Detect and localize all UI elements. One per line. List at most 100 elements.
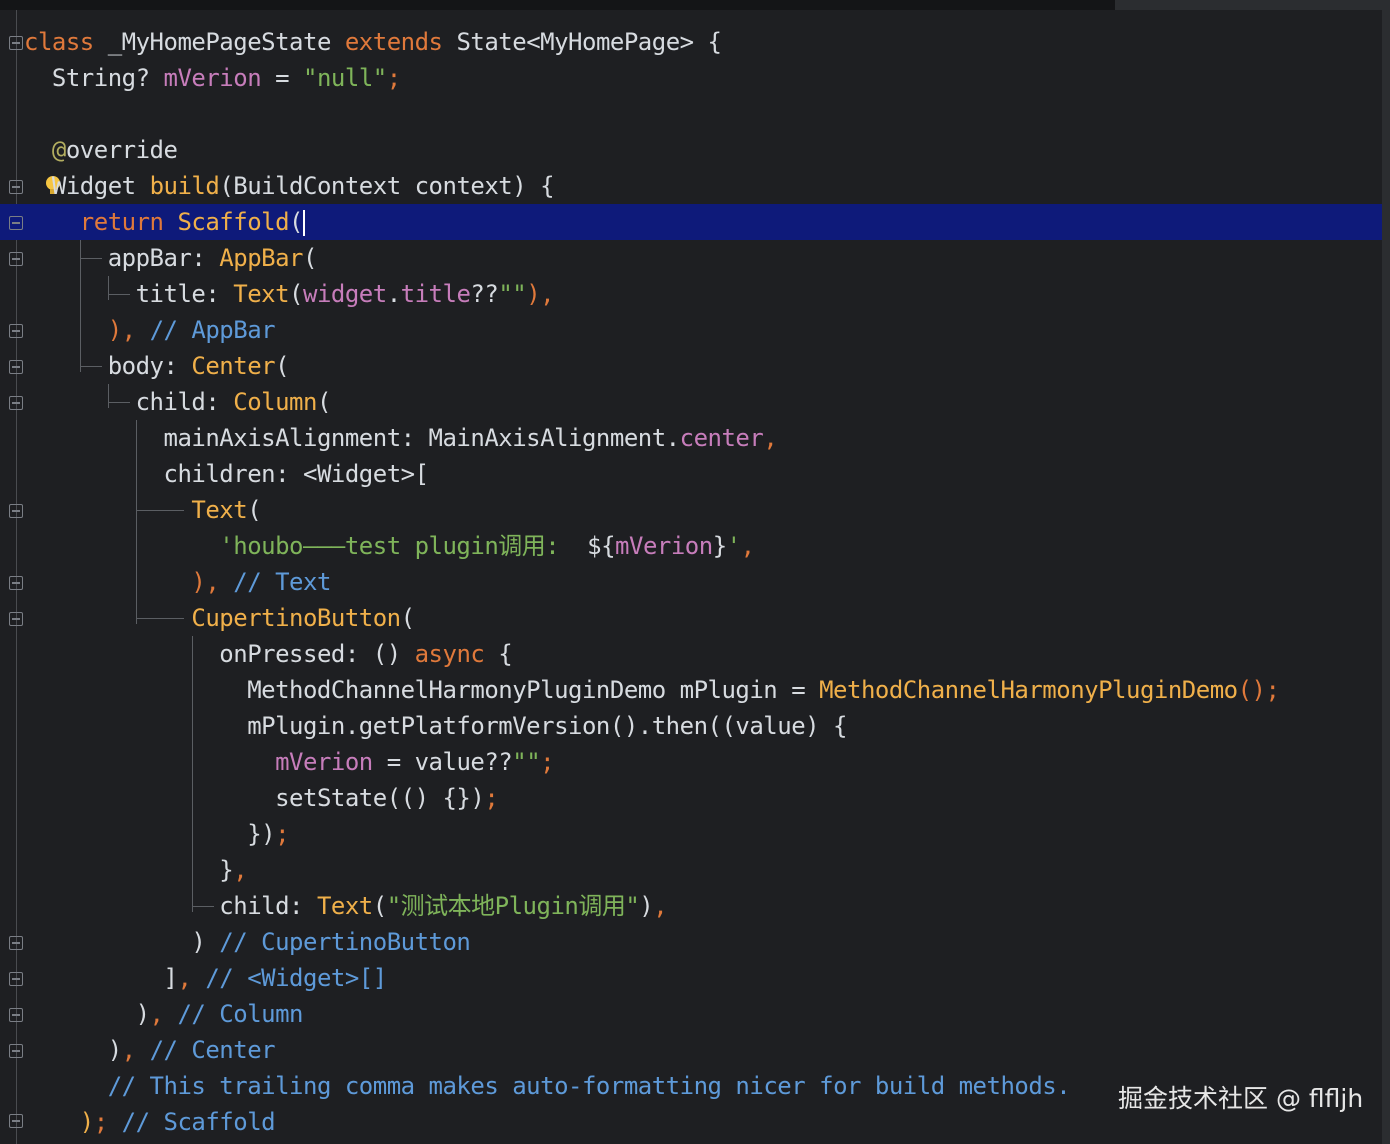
code-line-19[interactable]: MethodChannelHarmonyPluginDemo mPlugin =… (24, 672, 1280, 708)
token-comment: // Scaffold (121, 1108, 276, 1136)
code-editor[interactable]: class _MyHomePageState extends State<MyH… (0, 0, 1390, 1144)
token-param-name: children: <Widget>[ (163, 460, 430, 488)
fold-marker-icon[interactable] (9, 360, 23, 374)
fold-marker-icon[interactable] (9, 1114, 23, 1128)
scrollbar-strip[interactable] (1382, 10, 1390, 1144)
token-punct: ; (275, 820, 290, 848)
token-bracket: ] (163, 964, 178, 992)
token-brace: { (484, 640, 513, 668)
code-line-8[interactable]: title: Text(widget.title??""), (24, 276, 555, 312)
code-line-2[interactable]: String? mVerion = "null"; (24, 60, 401, 96)
code-line-26[interactable]: ) // CupertinoButton (24, 924, 471, 960)
token-paren: ( (400, 604, 415, 632)
token-function: Text (316, 892, 373, 920)
fold-marker-icon[interactable] (9, 324, 23, 338)
token-declaration: MethodChannelHarmonyPluginDemo mPlugin = (247, 676, 820, 704)
token-paren: ) (107, 1036, 122, 1064)
token-field: widget (303, 280, 387, 308)
token-paren: ) (639, 892, 654, 920)
top-bar-right-patch (1115, 0, 1390, 10)
code-line-1[interactable]: class _MyHomePageState extends State<MyH… (24, 24, 722, 60)
token-string: "" (512, 748, 541, 776)
token-paren: ( (372, 892, 387, 920)
token-string: "测试本地Plugin调用" (386, 892, 640, 920)
token-comment: // This trailing comma makes auto-format… (107, 1072, 1071, 1100)
token-operator: = value?? (372, 748, 513, 776)
code-line-18[interactable]: onPressed: () async { (24, 636, 512, 672)
token-call: setState(() {}) (275, 784, 485, 812)
code-line-22[interactable]: setState(() {}); (24, 780, 499, 816)
code-line-25[interactable]: child: Text("测试本地Plugin调用"), (24, 888, 667, 924)
code-line-5[interactable]: Widget build(BuildContext context) { (24, 168, 555, 204)
token-punct: , (149, 1000, 178, 1028)
code-line-29[interactable]: ), // Center (24, 1032, 276, 1068)
code-line-4[interactable]: @override (24, 132, 178, 168)
token-string: ' (726, 532, 741, 560)
token-field: center (679, 424, 764, 452)
token-interp: } (712, 532, 727, 560)
fold-marker-icon[interactable] (9, 576, 23, 590)
token-type: Widget (51, 172, 150, 200)
token-punct: , (233, 856, 248, 884)
fold-marker-icon[interactable] (9, 936, 23, 950)
token-keyword: async (414, 640, 485, 668)
code-line-20[interactable]: mPlugin.getPlatformVersion().then((value… (24, 708, 847, 744)
fold-marker-icon[interactable] (9, 36, 23, 50)
code-line-21[interactable]: mVerion = value??""; (24, 744, 555, 780)
code-line-10[interactable]: body: Center( (24, 348, 290, 384)
token-function: build (149, 172, 220, 200)
token-punct: , (653, 892, 668, 920)
code-line-16[interactable]: ), // Text (24, 564, 331, 600)
fold-marker-icon[interactable] (9, 1044, 23, 1058)
token-keyword: class (24, 28, 94, 56)
code-line-7[interactable]: appBar: AppBar( (24, 240, 318, 276)
token-field: mVerion (163, 64, 262, 92)
token-string: "null" (303, 64, 387, 92)
fold-marker-icon[interactable] (9, 216, 23, 230)
token-params: (BuildContext context) { (219, 172, 555, 200)
code-line-24[interactable]: }, (24, 852, 247, 888)
code-line-14[interactable]: Text( (24, 492, 261, 528)
fold-marker-icon[interactable] (9, 972, 23, 986)
fold-marker-icon[interactable] (9, 396, 23, 410)
code-line-28[interactable]: ), // Column (24, 996, 304, 1032)
code-line-12[interactable]: mainAxisAlignment: MainAxisAlignment.cen… (24, 420, 778, 456)
token-field: mVerion (615, 532, 713, 560)
token-field: title (400, 280, 471, 308)
token-paren: ( (289, 208, 303, 236)
fold-marker-icon[interactable] (9, 1008, 23, 1022)
token-annotation-at: @ (51, 136, 66, 164)
token-brace: } (219, 856, 234, 884)
token-paren: ) (191, 928, 220, 956)
token-comment: // Column (177, 1000, 303, 1028)
fold-marker-icon[interactable] (9, 252, 23, 266)
code-line-6[interactable]: return Scaffold( (24, 204, 305, 240)
token-string: 'houbo———test plugin调用: (219, 532, 588, 560)
code-line-11[interactable]: child: Column( (24, 384, 332, 420)
code-line-31[interactable]: ); // Scaffold (24, 1104, 276, 1140)
token-type: State<MyHomePage> { (442, 28, 722, 56)
fold-marker-icon[interactable] (9, 180, 23, 194)
token-comment: // <Widget>[] (205, 964, 387, 992)
code-line-9[interactable]: ), // AppBar (24, 312, 276, 348)
token-interp: ${ (587, 532, 616, 560)
token-param-name: mainAxisAlignment: MainAxisAlignment. (163, 424, 681, 452)
token-annotation: override (65, 136, 178, 164)
token-punct: ; (540, 748, 555, 776)
token-punct: (); (1237, 676, 1280, 704)
fold-marker-icon[interactable] (9, 504, 23, 518)
code-line-15[interactable]: 'houbo———test plugin调用: ${mVerion}', (24, 528, 755, 564)
token-function: Center (191, 352, 276, 380)
code-line-30[interactable]: // This trailing comma makes auto-format… (24, 1068, 1071, 1104)
code-line-13[interactable]: children: <Widget>[ (24, 456, 430, 492)
token-comment: // CupertinoButton (219, 928, 471, 956)
code-line-17[interactable]: CupertinoButton( (24, 600, 415, 636)
token-punct: ; (386, 64, 401, 92)
code-line-23[interactable]: }); (24, 816, 289, 852)
editor-top-bar (0, 0, 1390, 10)
token-param-name: child: (135, 388, 234, 416)
token-punct: , (763, 424, 778, 452)
token-operator: = (261, 64, 304, 92)
fold-marker-icon[interactable] (9, 612, 23, 626)
code-line-27[interactable]: ], // <Widget>[] (24, 960, 388, 996)
